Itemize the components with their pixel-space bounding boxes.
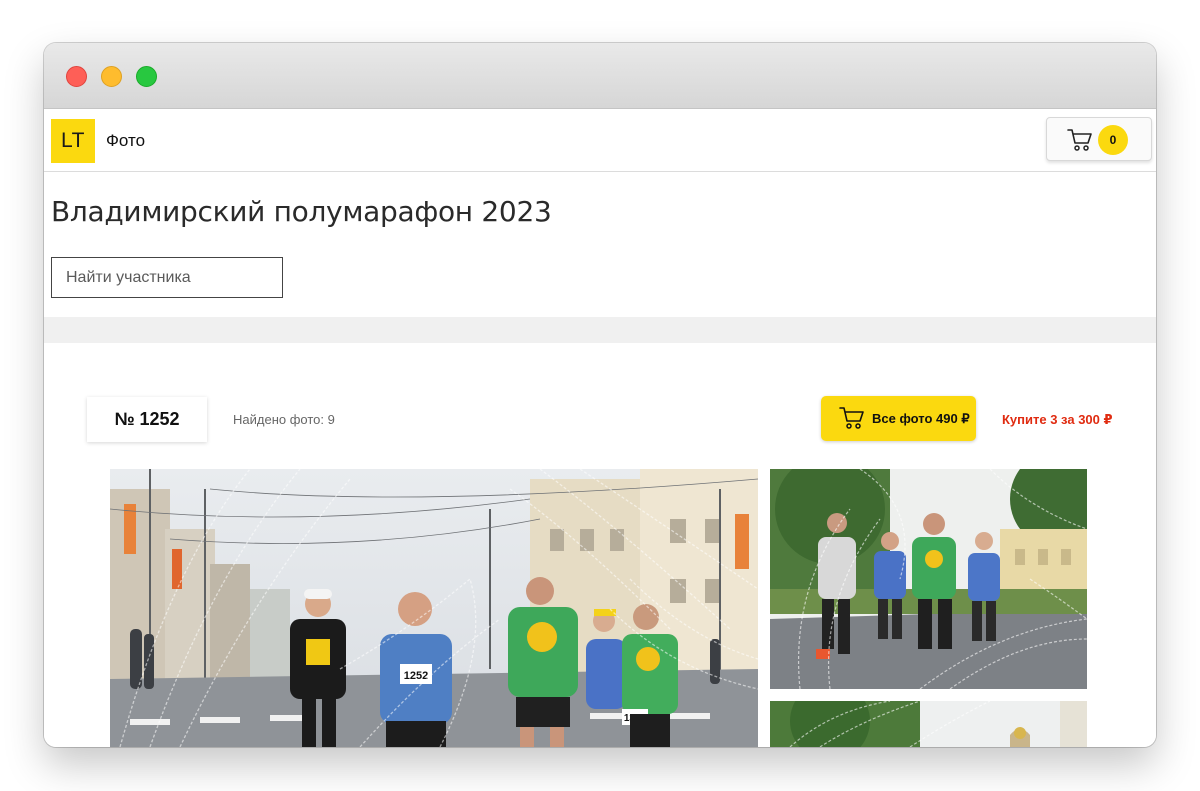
- minimize-window-button[interactable]: [101, 66, 122, 87]
- page-content: LT Фото 0 Владимирский полумарафон 2023 …: [44, 110, 1156, 747]
- race-photo-2[interactable]: [770, 469, 1087, 689]
- cart-icon: [839, 406, 865, 433]
- browser-window: LT Фото 0 Владимирский полумарафон 2023 …: [44, 43, 1156, 747]
- participant-search-input[interactable]: [51, 257, 283, 298]
- buy-all-photos-button[interactable]: Все фото 490 ₽: [821, 396, 976, 441]
- promo-offer-text: Купите 3 за 300 ₽: [1002, 412, 1113, 427]
- photos-found-count: Найдено фото: 9: [233, 412, 335, 427]
- event-title: Владимирский полумарафон 2023: [51, 195, 552, 228]
- cart-icon: [1067, 128, 1093, 157]
- section-divider: [44, 317, 1156, 343]
- cart-count-badge: 0: [1098, 125, 1128, 155]
- bib-number-card: № 1252: [87, 397, 207, 442]
- close-window-button[interactable]: [66, 66, 87, 87]
- race-photo-3[interactable]: [770, 701, 1087, 747]
- buy-all-photos-label: Все фото 490 ₽: [872, 411, 970, 426]
- window-titlebar: [44, 43, 1156, 109]
- cart-button[interactable]: 0: [1046, 117, 1152, 161]
- race-photo-1[interactable]: 1252: [110, 469, 758, 747]
- nav-link-photo[interactable]: Фото: [106, 131, 145, 151]
- site-logo[interactable]: LT: [51, 119, 95, 163]
- top-navigation: LT Фото 0: [44, 110, 1156, 172]
- zoom-window-button[interactable]: [136, 66, 157, 87]
